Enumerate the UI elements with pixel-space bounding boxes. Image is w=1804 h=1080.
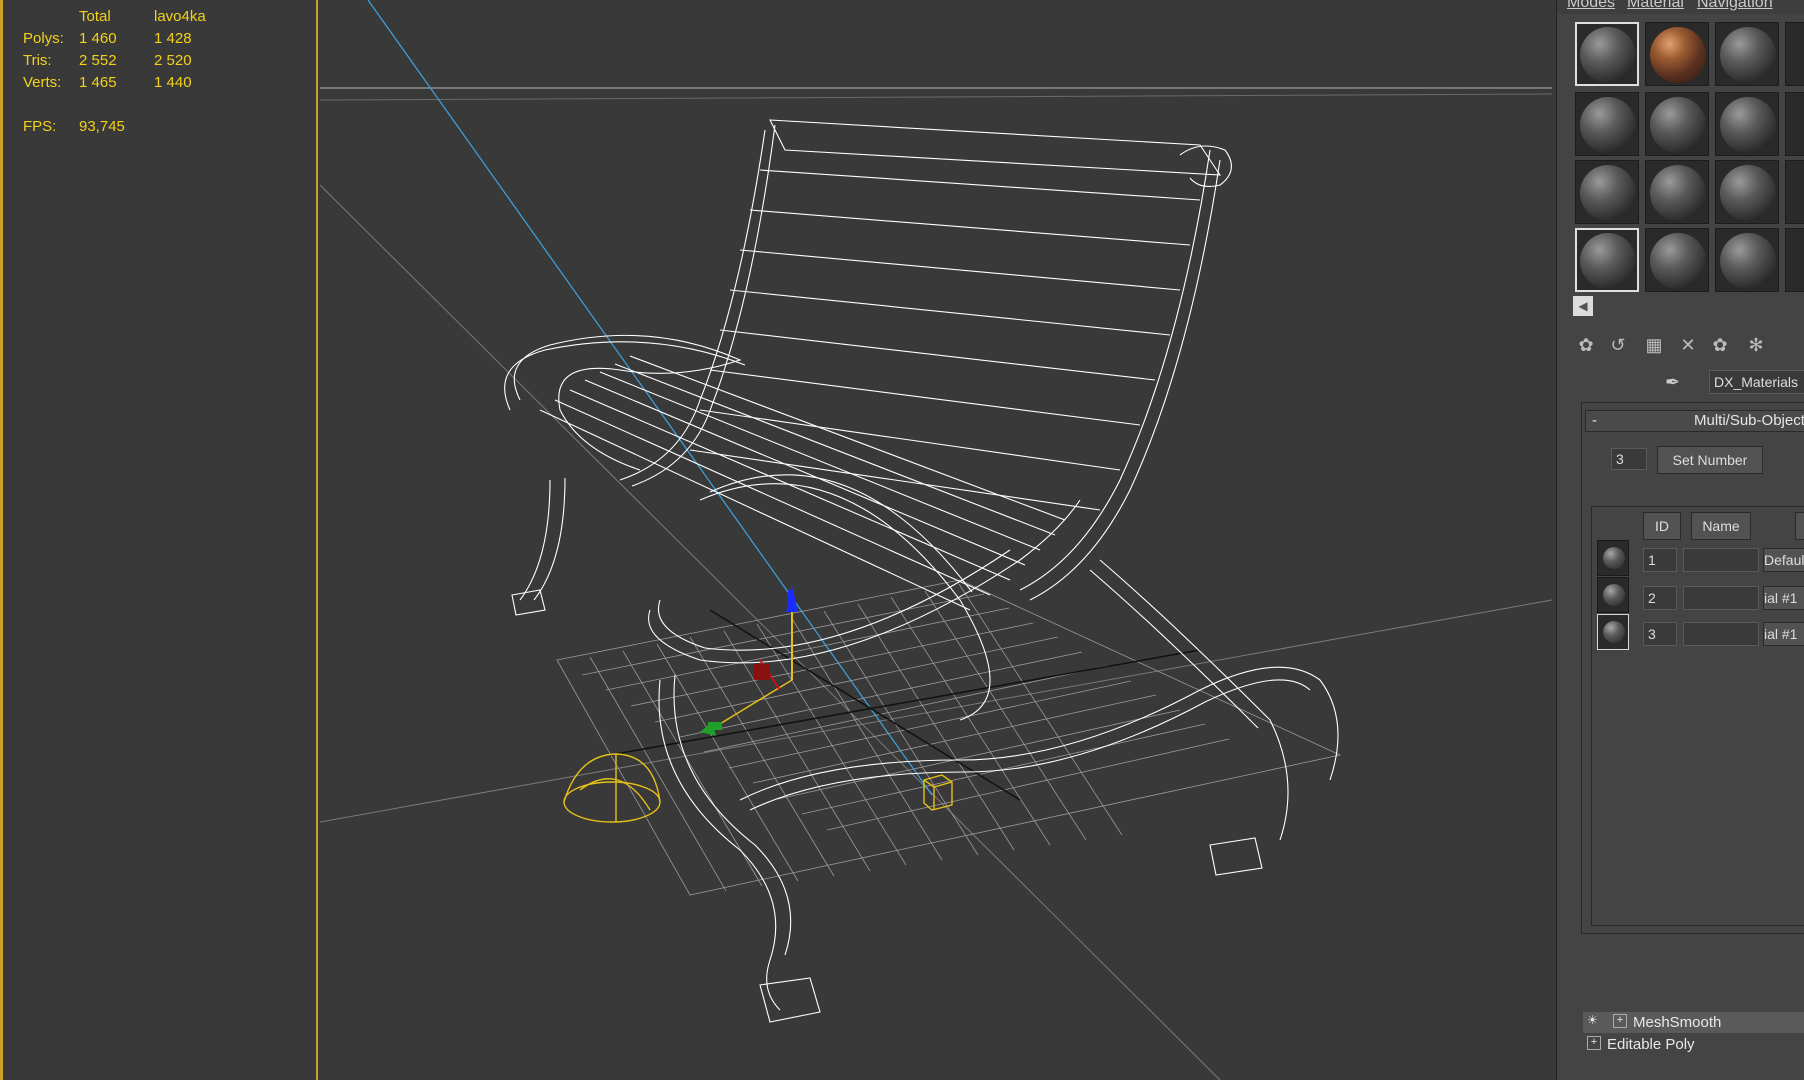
stats-polys-sel: 1 428 bbox=[154, 30, 192, 47]
menu-navigation[interactable]: Navigation bbox=[1697, 0, 1773, 12]
submaterial-button[interactable]: ial #1 bbox=[1763, 586, 1804, 610]
skylight-helper bbox=[563, 753, 661, 823]
material-slot-3[interactable] bbox=[1715, 22, 1779, 86]
stats-tris-total: 2 552 bbox=[79, 52, 117, 69]
expand-icon[interactable]: + bbox=[1613, 1014, 1627, 1028]
stats-verts-total: 1 465 bbox=[79, 74, 117, 91]
submaterial-name-field[interactable] bbox=[1683, 548, 1759, 572]
modifier-stack-item[interactable]: + Editable Poly bbox=[1583, 1034, 1804, 1055]
material-slot-6[interactable] bbox=[1645, 92, 1709, 156]
eyedropper-icon[interactable]: ✒ bbox=[1665, 370, 1689, 394]
sample-sphere bbox=[1650, 97, 1706, 153]
menu-modes[interactable]: Modes bbox=[1567, 0, 1615, 12]
material-slot-14[interactable] bbox=[1645, 228, 1709, 292]
left-viewport[interactable]: Total lavo4ka Polys: 1 460 1 428 Tris: 2… bbox=[0, 0, 318, 1080]
stats-tris-sel: 2 520 bbox=[154, 52, 192, 69]
stats-fps-label: FPS: bbox=[23, 118, 57, 135]
guide-line bbox=[320, 184, 1221, 1080]
sample-sphere bbox=[1720, 165, 1776, 221]
assign-material-icon[interactable]: ↺ bbox=[1605, 332, 1631, 358]
submaterial-id-field[interactable]: 1 bbox=[1643, 548, 1677, 572]
stats-verts-sel: 1 440 bbox=[154, 74, 192, 91]
menu-material[interactable]: Material bbox=[1627, 0, 1684, 12]
material-slot-8[interactable] bbox=[1785, 92, 1804, 156]
material-slot-7[interactable] bbox=[1715, 92, 1779, 156]
material-slot-16[interactable] bbox=[1785, 228, 1804, 292]
submaterial-swatch[interactable] bbox=[1597, 614, 1629, 650]
name-column-header[interactable]: Name bbox=[1691, 512, 1751, 540]
stats-header-total: Total bbox=[79, 8, 111, 25]
sample-sphere bbox=[1650, 27, 1706, 83]
put-to-library-icon[interactable]: ▦ bbox=[1641, 332, 1667, 358]
statistics-overlay: Total lavo4ka Polys: 1 460 1 428 Tris: 2… bbox=[23, 6, 283, 136]
id-column-header[interactable]: ID bbox=[1643, 512, 1681, 540]
sample-sphere bbox=[1580, 165, 1636, 221]
material-slot-11[interactable] bbox=[1715, 160, 1779, 224]
material-name-field[interactable]: DX_Materials bbox=[1709, 370, 1804, 394]
material-slot-4[interactable] bbox=[1785, 22, 1804, 86]
perspective-viewport[interactable] bbox=[320, 0, 1552, 1080]
bench-wireframe bbox=[504, 119, 1339, 1023]
rollout-title: Multi/Sub-Object bbox=[1694, 412, 1804, 429]
stats-polys-label: Polys: bbox=[23, 30, 64, 47]
ground-grid bbox=[556, 579, 1342, 896]
submaterial-swatch[interactable] bbox=[1597, 577, 1629, 613]
stats-header-selection: lavo4ka bbox=[154, 8, 206, 25]
expand-icon[interactable]: + bbox=[1587, 1036, 1601, 1050]
sample-sphere bbox=[1580, 233, 1636, 289]
delete-material-icon[interactable]: ✕ bbox=[1675, 332, 1701, 358]
submaterial-id-field[interactable]: 2 bbox=[1643, 586, 1677, 610]
material-editor-menubar: Modes Material Navigation bbox=[1557, 0, 1804, 14]
stats-fps-value: 93,745 bbox=[79, 118, 125, 135]
set-number-button[interactable]: Set Number bbox=[1657, 446, 1763, 474]
submaterial-button[interactable]: Defaul bbox=[1763, 548, 1804, 572]
material-slot-2[interactable] bbox=[1645, 22, 1709, 86]
rollout-header[interactable]: - Multi/Sub-Object bbox=[1585, 410, 1804, 432]
sample-sphere bbox=[1580, 97, 1636, 153]
stats-verts-label: Verts: bbox=[23, 74, 62, 91]
submaterial-name-field[interactable] bbox=[1683, 622, 1759, 646]
submaterial-button[interactable]: ial #1 bbox=[1763, 622, 1804, 646]
submaterial-name-field[interactable] bbox=[1683, 586, 1759, 610]
sample-sphere bbox=[1650, 165, 1706, 221]
sample-sphere bbox=[1720, 97, 1776, 153]
get-material-icon[interactable]: ✿ bbox=[1573, 332, 1599, 358]
sample-sphere bbox=[1720, 27, 1776, 83]
sample-sphere bbox=[1650, 233, 1706, 289]
stats-tris-label: Tris: bbox=[23, 52, 52, 69]
guide-line bbox=[320, 93, 1552, 101]
light-target-line bbox=[367, 0, 933, 796]
3ds-max-workspace: Total lavo4ka Polys: 1 460 1 428 Tris: 2… bbox=[0, 0, 1804, 1080]
make-unique-icon[interactable]: ✿ bbox=[1707, 332, 1733, 358]
swatch-sphere bbox=[1603, 584, 1625, 606]
stats-polys-total: 1 460 bbox=[79, 30, 117, 47]
sample-sphere bbox=[1580, 27, 1636, 83]
swatch-sphere bbox=[1603, 547, 1625, 569]
material-slot-15[interactable] bbox=[1715, 228, 1779, 292]
modifier-meshsmooth: MeshSmooth bbox=[1633, 1014, 1722, 1031]
material-slot-9[interactable] bbox=[1575, 160, 1639, 224]
submaterial-column-header[interactable] bbox=[1795, 512, 1804, 540]
sample-sphere bbox=[1720, 233, 1776, 289]
submaterial-swatch[interactable] bbox=[1597, 540, 1629, 576]
material-slot-12[interactable] bbox=[1785, 160, 1804, 224]
scroll-left-icon[interactable]: ◀ bbox=[1573, 296, 1593, 316]
material-editor-panel: Modes Material Navigation ◀ ✿ ↺ ▦ ✕ ✿ ✻ … bbox=[1556, 0, 1804, 1080]
lightbulb-icon[interactable]: ☀ bbox=[1587, 1013, 1598, 1027]
rollout-collapse-toggle[interactable]: - bbox=[1592, 412, 1597, 429]
wireframe-scene bbox=[320, 0, 1552, 1080]
show-map-icon[interactable]: ✻ bbox=[1743, 332, 1769, 358]
material-slot-13[interactable] bbox=[1575, 228, 1639, 292]
material-slot-1[interactable] bbox=[1575, 22, 1639, 86]
swatch-sphere bbox=[1603, 621, 1625, 643]
modifier-stack-item[interactable]: ☀ + MeshSmooth bbox=[1583, 1012, 1804, 1033]
material-slot-5[interactable] bbox=[1575, 92, 1639, 156]
modifier-editable-poly: Editable Poly bbox=[1607, 1036, 1695, 1053]
submaterial-id-field[interactable]: 3 bbox=[1643, 622, 1677, 646]
material-slot-10[interactable] bbox=[1645, 160, 1709, 224]
set-number-field[interactable]: 3 bbox=[1611, 448, 1647, 470]
